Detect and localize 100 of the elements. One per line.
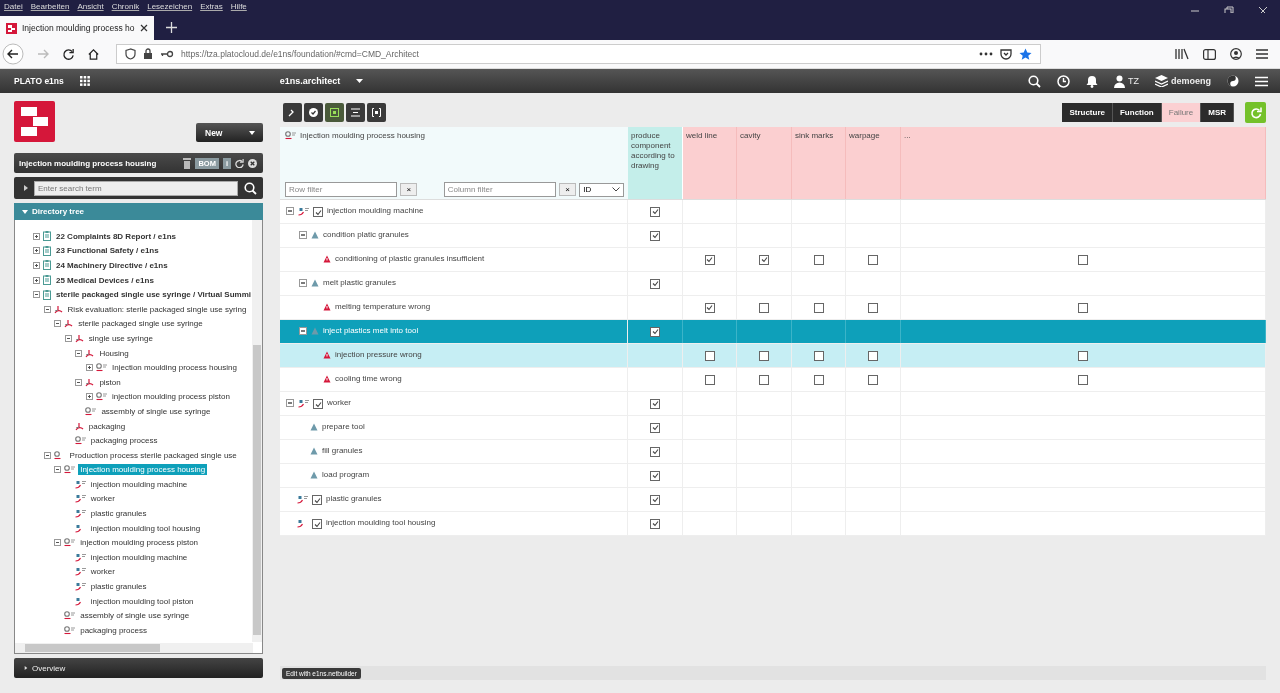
checkbox[interactable]: [1078, 374, 1088, 385]
expand-toggle-icon[interactable]: [54, 466, 62, 474]
tree-item[interactable]: plastic granules: [88, 508, 149, 520]
checkbox[interactable]: [1078, 302, 1088, 313]
checkbox[interactable]: [650, 446, 660, 457]
tenant-name[interactable]: demoeng: [1171, 76, 1211, 86]
tree-item[interactable]: 23 Functional Safety / e1ns: [54, 245, 161, 257]
row-label[interactable]: condition platic granules: [323, 230, 409, 239]
expand-toggle-icon[interactable]: [43, 305, 51, 313]
tree-item[interactable]: single use syringe: [86, 332, 155, 344]
tree-item[interactable]: plastic granules: [88, 581, 149, 593]
checkbox[interactable]: [813, 374, 824, 385]
checkbox[interactable]: [813, 254, 824, 265]
clear-button[interactable]: ×: [400, 183, 418, 196]
view-tab[interactable]: Function: [1113, 103, 1162, 122]
clock-icon[interactable]: [1057, 74, 1070, 88]
tree-item[interactable]: Production process sterile packaged single use: [67, 449, 239, 461]
tree-item[interactable]: packaging process: [88, 435, 160, 447]
checkbox[interactable]: [868, 302, 878, 313]
checkbox[interactable]: [650, 494, 660, 505]
bracket-tool-button[interactable]: [367, 103, 386, 122]
checkbox[interactable]: [868, 374, 878, 385]
menu-item[interactable]: Bearbeiten: [30, 2, 70, 11]
expand-toggle-icon[interactable]: [299, 327, 307, 335]
expand-toggle-icon[interactable]: [75, 378, 83, 386]
checkbox[interactable]: [650, 326, 660, 337]
checkbox[interactable]: [312, 519, 322, 529]
row-label[interactable]: melt plastic granules: [323, 278, 396, 287]
row-label[interactable]: cooling time wrong: [335, 374, 402, 383]
align-tool-button[interactable]: [346, 103, 365, 122]
menu-item[interactable]: Hilfe: [230, 2, 247, 11]
checkbox[interactable]: [650, 206, 660, 217]
checkbox[interactable]: [312, 495, 322, 505]
workspace-dropdown[interactable]: e1ns.architect: [279, 76, 341, 86]
checkbox[interactable]: [704, 374, 715, 385]
tree-item[interactable]: sterile packaged single use syringe: [76, 318, 205, 330]
select-tool-button[interactable]: [325, 103, 344, 122]
account-icon[interactable]: [1230, 48, 1242, 60]
checkbox[interactable]: [759, 350, 769, 361]
layers-icon[interactable]: [1155, 75, 1168, 87]
expand-toggle-icon[interactable]: [33, 262, 40, 269]
menu-item[interactable]: Extras: [200, 2, 223, 11]
expand-toggle-icon[interactable]: [299, 231, 307, 239]
directory-tree-header[interactable]: Directory tree: [14, 203, 263, 220]
tree-item[interactable]: 25 Medical Devices / e1ns: [54, 274, 156, 286]
row-label[interactable]: load program: [322, 470, 370, 479]
clear-button[interactable]: ×: [558, 183, 577, 196]
tree-item[interactable]: injection moulding process piston: [78, 537, 201, 549]
row-label[interactable]: prepare tool: [322, 422, 365, 431]
tree-item[interactable]: assembly of single use syringe: [78, 610, 192, 622]
more-icon[interactable]: [979, 52, 993, 56]
checkbox[interactable]: [813, 302, 824, 313]
expand-toggle-icon[interactable]: [86, 364, 93, 372]
tree-item[interactable]: Housing: [97, 347, 131, 359]
expand-toggle-icon[interactable]: [286, 399, 294, 407]
tree-item[interactable]: Injection moulding process housing: [110, 362, 239, 374]
checkbox[interactable]: [650, 278, 660, 289]
expand-toggle-icon[interactable]: [54, 539, 62, 547]
expand-toggle-icon[interactable]: [64, 334, 72, 342]
checkbox[interactable]: [313, 207, 323, 217]
checkbox[interactable]: [313, 399, 323, 409]
new-tab-icon[interactable]: [166, 22, 177, 33]
bell-icon[interactable]: [1086, 74, 1098, 88]
checkbox[interactable]: [650, 470, 660, 481]
overview-header[interactable]: Overview: [14, 658, 263, 678]
tree-item[interactable]: sterile packaged single use syringe / Virtual Summi: [54, 289, 254, 301]
menu-item[interactable]: Lesezeichen: [147, 2, 193, 11]
refresh-icon[interactable]: [235, 158, 244, 168]
library-icon[interactable]: [1175, 48, 1189, 60]
checkbox[interactable]: [650, 518, 660, 529]
tree-item[interactable]: injection moulding tool housing: [88, 522, 203, 534]
row-label[interactable]: conditioning of plastic granules insufficient: [335, 254, 485, 263]
checkbox[interactable]: [868, 350, 878, 361]
menu-item[interactable]: Ansicht: [77, 2, 104, 11]
search-field[interactable]: Enter search term: [34, 180, 238, 196]
expand-toggle-icon[interactable]: [54, 320, 62, 328]
search-icon[interactable]: [244, 181, 257, 195]
link-tool-button[interactable]: [283, 103, 302, 122]
vertical-scrollbar[interactable]: [252, 220, 262, 642]
menu-item[interactable]: Chronik: [111, 2, 140, 11]
app-brand[interactable]: PLATO e1ns: [14, 76, 64, 86]
expand-toggle-icon[interactable]: [33, 291, 40, 299]
row-label[interactable]: plastic granules: [326, 494, 382, 503]
tree-item[interactable]: piston: [97, 376, 123, 388]
check-tool-button[interactable]: [304, 103, 323, 122]
view-tab[interactable]: Structure: [1062, 103, 1113, 122]
row-label[interactable]: worker: [327, 398, 351, 407]
tree-item[interactable]: injection moulding machine: [88, 478, 190, 490]
column-filter-field[interactable]: Column filter: [443, 182, 556, 197]
checkbox[interactable]: [759, 302, 769, 313]
user-initials[interactable]: TZ: [1128, 76, 1139, 86]
tree-item[interactable]: injection moulding tool piston: [88, 595, 196, 607]
user-icon[interactable]: [1114, 74, 1125, 88]
id-dropdown[interactable]: ID: [579, 182, 624, 197]
tree-item[interactable]: injection moulding process piston: [110, 391, 232, 403]
row-label[interactable]: injection moulding machine: [327, 206, 424, 215]
tree-item[interactable]: Risk evaluation: sterile packaged single use syring: [65, 303, 249, 315]
tree-item[interactable]: packaging: [86, 420, 128, 432]
checkbox[interactable]: [650, 422, 660, 433]
expand-toggle-icon[interactable]: [86, 393, 93, 401]
